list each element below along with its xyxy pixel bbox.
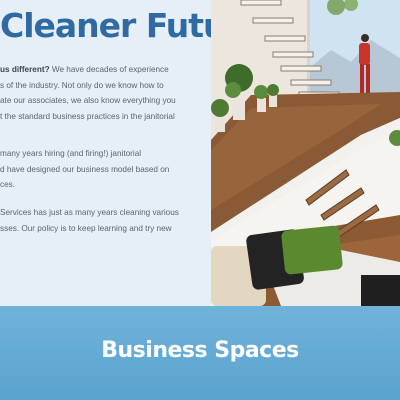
about-text-column: Cleaner Future us different? We have dec…: [0, 0, 211, 306]
paragraph-line: t the standard business practices in the…: [0, 111, 175, 121]
paragraph-line: sses. Our policy is to keep learning and…: [0, 223, 172, 233]
about-section: Cleaner Future us different? We have dec…: [0, 0, 400, 306]
business-spaces-title: Business Spaces: [101, 338, 299, 363]
paragraph-line: s of the industry. Not only do we know h…: [0, 80, 164, 90]
paragraph-line: many years hiring (and firing!) janitori…: [0, 149, 142, 158]
paragraph-text: We have decades of experience: [49, 65, 169, 74]
section-headline: Cleaner Future: [0, 6, 211, 45]
about-paragraph-1: us different? We have decades of experie…: [0, 62, 180, 124]
paragraph-line: d have designed our business model based…: [0, 164, 170, 174]
about-paragraph-2: many years hiring (and firing!) janitori…: [0, 146, 180, 193]
interior-illustration: [211, 0, 400, 306]
paragraph-lead: us different?: [0, 65, 50, 74]
paragraph-line: Services has just as many years cleaning…: [0, 208, 179, 217]
paragraph-line: ces.: [0, 180, 16, 189]
about-paragraph-3: Services has just as many years cleaning…: [0, 205, 180, 236]
interior-photo: [211, 0, 400, 306]
paragraph-line: ate our associates, we also know everyth…: [0, 96, 176, 105]
